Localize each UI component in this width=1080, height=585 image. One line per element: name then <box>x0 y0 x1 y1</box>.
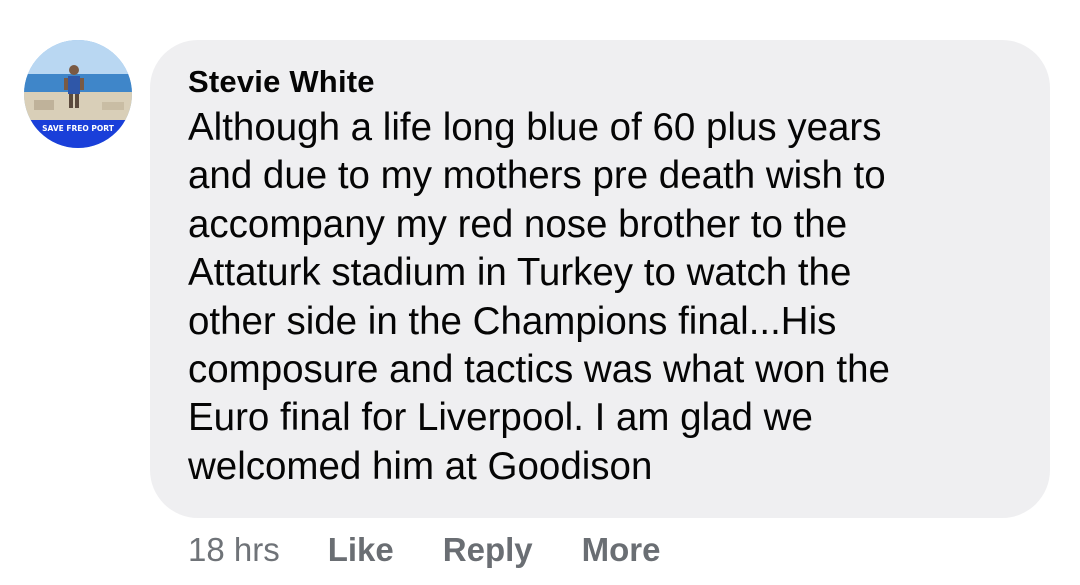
like-button[interactable]: Like <box>328 531 394 569</box>
comment-author-name[interactable]: Stevie White <box>188 62 1014 102</box>
comment-text: Although a life long blue of 60 plus yea… <box>188 106 890 488</box>
reply-button[interactable]: Reply <box>443 531 533 569</box>
avatar[interactable]: SAVE FREO PORT <box>24 40 132 148</box>
avatar-photo: SAVE FREO PORT <box>24 40 132 148</box>
comment-actions: 18 hrs Like Reply More <box>188 527 709 573</box>
comment-timestamp[interactable]: 18 hrs <box>188 531 280 569</box>
comment-bubble: Stevie White Although a life long blue o… <box>150 40 1050 518</box>
more-button[interactable]: More <box>582 531 661 569</box>
avatar-badge-text: SAVE FREO PORT <box>42 124 115 133</box>
